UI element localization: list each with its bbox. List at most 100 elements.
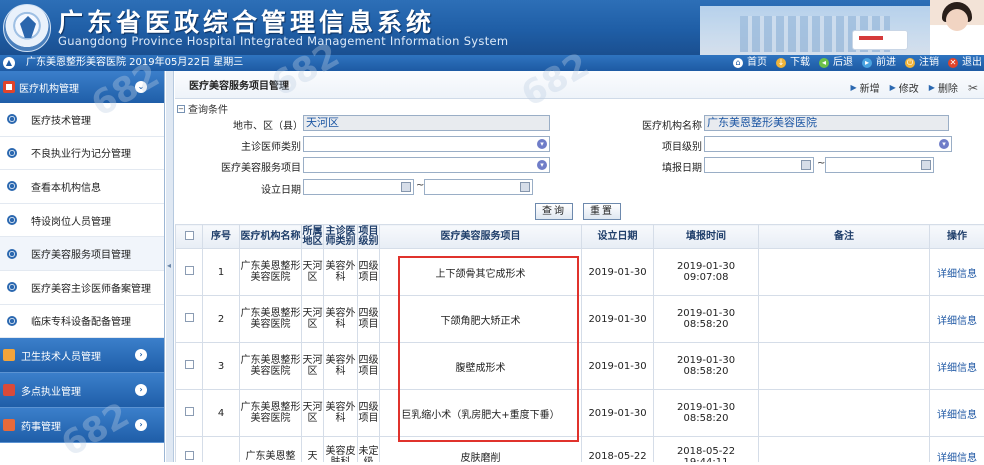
radio-bullet-icon bbox=[7, 148, 17, 158]
table-row[interactable]: 3 广东美恩整形美容医院 天河区 美容外科 四级项目 腹壁成形术 2019-01… bbox=[176, 343, 984, 390]
project-level-select[interactable]: ▾ bbox=[704, 136, 952, 152]
cell-level: 四级项目 bbox=[358, 343, 380, 390]
cell-setup-date: 2019-01-30 bbox=[582, 296, 654, 343]
add-button[interactable]: ▶新增 bbox=[850, 80, 879, 95]
page-title: 医疗美容服务项目管理 bbox=[189, 77, 289, 92]
sidebar-group-health-staff[interactable]: 卫生技术人员管理 › bbox=[0, 338, 164, 373]
col-header[interactable]: 医疗机构名称 bbox=[240, 225, 302, 249]
nav-home[interactable]: ⌂首页 bbox=[733, 56, 767, 70]
select-all-checkbox[interactable] bbox=[185, 231, 194, 240]
sidebar-item-bad-practice-score[interactable]: 不良执业行为记分管理 bbox=[0, 137, 164, 171]
org-management-icon bbox=[3, 81, 15, 93]
setup-date-to[interactable] bbox=[424, 179, 533, 195]
calendar-icon[interactable] bbox=[801, 160, 811, 170]
report-date-to[interactable] bbox=[825, 157, 934, 173]
reset-button[interactable]: 重置 bbox=[583, 203, 621, 220]
nav-logout[interactable]: ⏻注销 bbox=[905, 56, 939, 70]
sidebar-splitter[interactable]: ◂ bbox=[166, 71, 174, 462]
row-checkbox[interactable] bbox=[185, 360, 194, 369]
cell-dept: 美容外科 bbox=[324, 390, 358, 437]
forward-icon: ▸ bbox=[862, 58, 872, 68]
dropdown-arrow-icon[interactable]: ▾ bbox=[537, 139, 547, 149]
row-select-cell[interactable] bbox=[176, 249, 203, 296]
sidebar-item-medical-tech[interactable]: 医疗技术管理 bbox=[0, 103, 164, 137]
detail-link[interactable]: 详细信息 bbox=[930, 390, 984, 437]
cell-org: 广东美恩整 bbox=[240, 437, 302, 463]
row-select-cell[interactable] bbox=[176, 343, 203, 390]
col-header[interactable]: 序号 bbox=[203, 225, 240, 249]
detail-link[interactable]: 详细信息 bbox=[930, 296, 984, 343]
sidebar-item-cosmetic-doctor-filing[interactable]: 医疗美容主诊医师备案管理 bbox=[0, 271, 164, 305]
service-item-select[interactable]: ▾ bbox=[303, 157, 550, 173]
row-select-cell[interactable] bbox=[176, 390, 203, 437]
tools-icon[interactable]: ✂ bbox=[968, 80, 978, 95]
row-select-cell[interactable] bbox=[176, 437, 203, 463]
sidebar-item-clinical-equipment[interactable]: 临床专科设备配备管理 bbox=[0, 305, 164, 339]
nav-forward[interactable]: ▸前进 bbox=[862, 56, 896, 70]
col-header[interactable]: 主诊医师类别 bbox=[324, 225, 358, 249]
nav-download[interactable]: ↓下载 bbox=[776, 56, 810, 70]
calendar-icon[interactable] bbox=[401, 182, 411, 192]
row-checkbox[interactable] bbox=[185, 266, 194, 275]
chevron-right-icon[interactable]: › bbox=[135, 419, 147, 431]
cell-no: 2 bbox=[203, 296, 240, 343]
detail-link[interactable]: 详细信息 bbox=[930, 249, 984, 296]
row-checkbox[interactable] bbox=[185, 313, 194, 322]
report-date-from[interactable] bbox=[704, 157, 814, 173]
col-header[interactable]: 医疗美容服务项目 bbox=[380, 225, 582, 249]
nav-back[interactable]: ◂后退 bbox=[819, 56, 853, 70]
row-checkbox[interactable] bbox=[185, 407, 194, 416]
calendar-icon[interactable] bbox=[921, 160, 931, 170]
row-select-cell[interactable] bbox=[176, 296, 203, 343]
col-header[interactable]: 设立日期 bbox=[582, 225, 654, 249]
edit-button[interactable]: ▶修改 bbox=[890, 80, 919, 95]
table-row[interactable]: 1 广东美恩整形美容医院 天河区 美容外科 四级项目 上下颌骨其它成形术 201… bbox=[176, 249, 984, 296]
setup-date-from[interactable] bbox=[303, 179, 414, 195]
chevron-right-icon[interactable]: › bbox=[135, 384, 147, 396]
table-row[interactable]: 广东美恩整 天 美容皮肤科 未定级 皮肤磨削 2018-05-22 2018-0… bbox=[176, 437, 984, 463]
nav-exit[interactable]: ✕退出 bbox=[948, 56, 982, 70]
dropdown-arrow-icon[interactable]: ▾ bbox=[537, 160, 547, 170]
triangle-right-icon: ▶ bbox=[929, 83, 935, 92]
select-all-header[interactable] bbox=[176, 225, 203, 249]
doctor-category-select[interactable]: ▾ bbox=[303, 136, 550, 152]
query-section-title[interactable]: −查询条件 bbox=[177, 101, 228, 116]
collapse-box-icon[interactable]: − bbox=[177, 105, 185, 113]
row-checkbox[interactable] bbox=[185, 451, 194, 460]
sidebar-header-org-management[interactable]: 医疗机构管理 ⌄ bbox=[0, 71, 164, 103]
org-date-info: 广东美恩整形美容医院 2019年05月22日 星期三 bbox=[26, 56, 243, 70]
chevron-down-icon[interactable]: ⌄ bbox=[135, 81, 147, 93]
cell-dept: 美容外科 bbox=[324, 343, 358, 390]
col-header[interactable]: 填报时间 bbox=[654, 225, 759, 249]
triangle-right-icon: ▶ bbox=[850, 83, 856, 92]
search-button[interactable]: 查询 bbox=[535, 203, 573, 220]
detail-link[interactable]: 详细信息 bbox=[930, 437, 984, 463]
sidebar: 医疗机构管理 ⌄ 医疗技术管理 不良执业行为记分管理 查看本机构信息 特设岗位人… bbox=[0, 71, 165, 462]
calendar-icon[interactable] bbox=[520, 182, 530, 192]
radio-bullet-icon bbox=[7, 316, 17, 326]
org-name-field: 广东美恩整形美容医院 bbox=[704, 115, 949, 131]
col-header[interactable]: 项目级别 bbox=[358, 225, 380, 249]
table-row[interactable]: 4 广东美恩整形美容医院 天河区 美容外科 四级项目 巨乳缩小术（乳房肥大+重度… bbox=[176, 390, 984, 437]
sidebar-item-cosmetic-service[interactable]: 医疗美容服务项目管理 bbox=[0, 237, 164, 271]
chevron-up-icon[interactable]: ▲ bbox=[3, 57, 15, 69]
radio-bullet-icon bbox=[7, 215, 17, 225]
sidebar-item-view-org-info[interactable]: 查看本机构信息 bbox=[0, 170, 164, 204]
delete-button[interactable]: ▶删除 bbox=[929, 80, 958, 95]
col-header[interactable]: 所属地区 bbox=[302, 225, 324, 249]
chevron-right-icon[interactable]: › bbox=[135, 349, 147, 361]
sidebar-group-multi-site[interactable]: 多点执业管理 › bbox=[0, 373, 164, 408]
sidebar-group-label: 卫生技术人员管理 bbox=[21, 348, 101, 363]
sidebar-item-special-post-staff[interactable]: 特设岗位人员管理 bbox=[0, 204, 164, 238]
sidebar-group-pharmacy[interactable]: 药事管理 › bbox=[0, 408, 164, 443]
table-row[interactable]: 2 广东美恩整形美容医院 天河区 美容外科 四级项目 下颌角肥大矫正术 2019… bbox=[176, 296, 984, 343]
detail-link[interactable]: 详细信息 bbox=[930, 343, 984, 390]
dropdown-arrow-icon[interactable]: ▾ bbox=[939, 139, 949, 149]
back-icon: ◂ bbox=[819, 58, 829, 68]
nav-exit-label: 退出 bbox=[962, 56, 982, 70]
collapse-arrow-icon[interactable]: ◂ bbox=[167, 261, 171, 270]
nav-download-label: 下载 bbox=[790, 56, 810, 70]
col-header[interactable]: 备注 bbox=[759, 225, 930, 249]
sidebar-group-label: 多点执业管理 bbox=[21, 383, 81, 398]
sidebar-item-label: 医疗技术管理 bbox=[31, 112, 91, 127]
